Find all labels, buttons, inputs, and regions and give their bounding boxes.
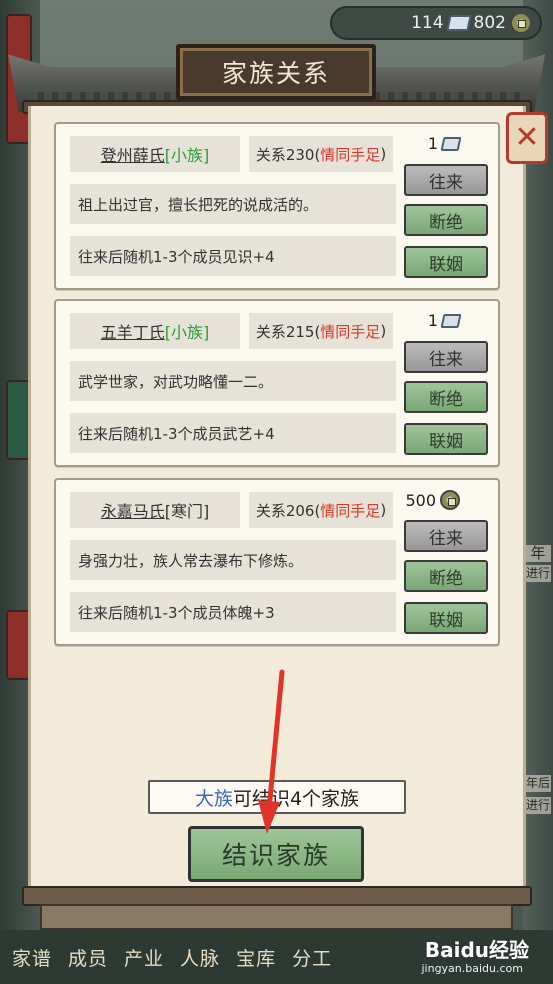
close-icon: ✕ [514,120,540,155]
right-side-text-1: 年 [525,545,551,562]
relation-box: 关系206(情同手足) [249,492,393,528]
scroll-icon [440,313,462,328]
relation-tier: 情同手足 [320,322,381,341]
marry-button[interactable]: 联姻 [404,602,488,634]
break-button[interactable]: 断绝 [404,560,488,592]
scroll-icon [445,15,472,31]
marry-button[interactable]: 联姻 [404,246,488,278]
coin-icon [440,490,460,510]
visit-button[interactable]: 往来 [404,341,488,373]
family-description: 身强力壮，族人常去瀑布下修炼。 [70,540,396,580]
visit-effect: 往来后随机1-3个成员体魄+3 [70,592,396,632]
coin-icon [510,12,532,34]
family-name[interactable]: 永嘉马氏 [101,498,165,522]
family-card: 登州薛氏 [小族] 关系230(情同手足) 1 往来 祖上出过官，擅长把死的说成活… [54,122,500,290]
nav-item-members[interactable]: 成员 [68,944,108,971]
right-side-text-4: 进行 [525,797,551,814]
family-name-box: 五羊丁氏 [小族] [70,313,240,349]
coin-count: 802 [473,13,506,33]
visit-effect: 往来后随机1-3个成员见识+4 [70,236,396,276]
relation-close-paren: ) [380,501,387,519]
family-limit-info: 大族 可结识4个家族 [148,780,406,814]
relation-value: 关系230( [255,145,321,164]
relation-tier: 情同手足 [320,501,381,520]
right-side-text-3: 年后 [525,775,551,792]
relation-close-paren: ) [380,145,387,163]
nav-item-industry[interactable]: 产业 [124,944,164,971]
family-name-box: 永嘉马氏 [寒门] [70,492,240,528]
family-tag: [小族] [164,146,210,165]
nav-item-treasury[interactable]: 宝库 [236,944,276,971]
right-side-text-2: 进行 [525,565,551,582]
visit-effect: 往来后随机1-3个成员武艺+4 [70,413,396,453]
family-tag: [寒门] [164,502,210,521]
relation-box: 关系215(情同手足) [249,313,393,349]
family-limit-text: 可结识4个家族 [232,787,360,810]
family-description: 祖上出过官，擅长把死的说成活的。 [70,184,396,224]
watermark-brand: Baidu经验 [424,938,529,962]
break-button[interactable]: 断绝 [404,381,488,413]
break-button[interactable]: 断绝 [404,204,488,236]
visit-cost: 1 [427,134,462,153]
visit-button[interactable]: 往来 [404,164,488,196]
panel-base [40,904,513,930]
relation-value: 关系206( [255,501,321,520]
relation-value: 关系215( [255,322,321,341]
family-name-box: 登州薛氏 [小族] [70,136,240,172]
relation-box: 关系230(情同手足) [249,136,393,172]
family-card: 永嘉马氏 [寒门] 关系206(情同手足) 500 往来 身强力壮，族人常去瀑布下… [54,478,500,646]
close-button[interactable]: ✕ [506,112,548,164]
visit-button[interactable]: 往来 [404,520,488,552]
page-title: 家族关系 [221,59,330,88]
relation-close-paren: ) [380,322,387,340]
marry-button[interactable]: 联姻 [404,423,488,455]
nav-item-division[interactable]: 分工 [292,944,332,971]
family-name[interactable]: 登州薛氏 [101,142,165,166]
scroll-rod-bottom [22,886,532,906]
visit-cost: 1 [427,311,462,330]
visit-cost-value: 500 [405,490,436,510]
visit-cost-value: 1 [427,311,438,330]
nav-item-genealogy[interactable]: 家谱 [12,944,52,971]
family-name[interactable]: 五羊丁氏 [101,319,165,343]
family-card: 五羊丁氏 [小族] 关系215(情同手足) 1 往来 武学世家，对武功略懂一二。 … [54,299,500,467]
family-description: 武学世家，对武功略懂一二。 [70,361,396,401]
title-board: 家族关系 [176,44,376,100]
nav-item-connections[interactable]: 人脉 [180,944,220,971]
family-rank-highlight: 大族 [194,787,233,810]
visit-cost-value: 1 [427,134,438,153]
relation-tier: 情同手足 [320,145,381,164]
meet-family-button[interactable]: 结识家族 [188,826,364,882]
watermark-url: jingyan.baidu.com [421,962,523,975]
currency-bar: 114 802 [330,6,542,40]
visit-cost: 500 [405,490,460,510]
scroll-icon [440,136,462,151]
family-tag: [小族] [164,323,210,342]
scroll-count: 114 [411,13,444,33]
